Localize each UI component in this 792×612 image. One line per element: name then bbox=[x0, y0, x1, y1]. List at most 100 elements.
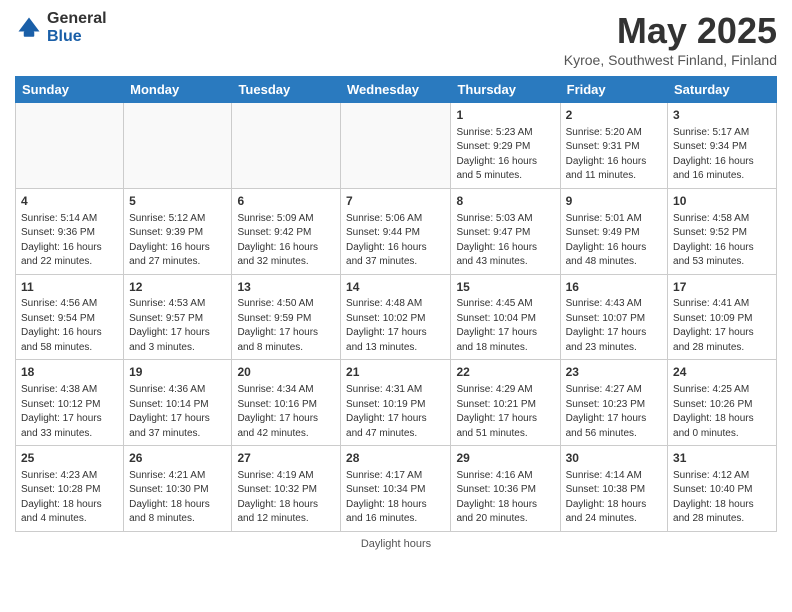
calendar-cell: 28Sunrise: 4:17 AM Sunset: 10:34 PM Dayl… bbox=[341, 446, 451, 532]
day-info: Sunrise: 4:48 AM Sunset: 10:02 PM Daylig… bbox=[346, 297, 445, 355]
calendar-cell: 9Sunrise: 5:01 AM Sunset: 9:49 PM Daylig… bbox=[560, 188, 667, 274]
col-thursday: Thursday bbox=[451, 77, 560, 103]
day-info: Sunrise: 4:23 AM Sunset: 10:28 PM Daylig… bbox=[21, 469, 118, 527]
calendar-cell bbox=[232, 103, 341, 189]
calendar-cell: 21 Sunrise: 4:31 AM Sunset: 10:19 PM Dayl… bbox=[341, 360, 451, 446]
day-info: Sunrise: 5:12 AM Sunset: 9:39 PM Dayligh… bbox=[129, 212, 226, 270]
calendar-header: Sunday Monday Tuesday Wednesday Thursday… bbox=[16, 77, 777, 103]
day-info: Sunrise: 4:43 AM Sunset: 10:07 PM Daylig… bbox=[566, 297, 662, 355]
day-number: 24 bbox=[673, 364, 771, 381]
day-number: 20 bbox=[237, 364, 335, 381]
month-title: May 2025 bbox=[564, 10, 777, 52]
col-friday: Friday bbox=[560, 77, 667, 103]
calendar-cell: 3Sunrise: 5:17 AM Sunset: 9:34 PM Daylig… bbox=[668, 103, 777, 189]
calendar-cell: 17Sunrise: 4:41 AM Sunset: 10:09 PM Dayl… bbox=[668, 274, 777, 360]
day-info: Sunrise: 5:06 AM Sunset: 9:44 PM Dayligh… bbox=[346, 212, 445, 270]
calendar-cell: 5 Sunrise: 5:12 AM Sunset: 9:39 PM Daylig… bbox=[124, 188, 232, 274]
day-number: 16 bbox=[566, 279, 662, 296]
col-saturday: Saturday bbox=[668, 77, 777, 103]
day-info: Sunrise: 4:36 AM Sunset: 10:14 PM Daylig… bbox=[129, 383, 226, 441]
day-number: 12 bbox=[129, 279, 226, 296]
day-info: Sunrise: 4:41 AM Sunset: 10:09 PM Daylig… bbox=[673, 297, 771, 355]
calendar-body: 1 Sunrise: 5:23 AM Sunset: 9:29 PM Daylig… bbox=[16, 103, 777, 532]
day-number: 21 bbox=[346, 364, 445, 381]
header-row: Sunday Monday Tuesday Wednesday Thursday… bbox=[16, 77, 777, 103]
calendar-cell: 1 Sunrise: 5:23 AM Sunset: 9:29 PM Daylig… bbox=[451, 103, 560, 189]
day-number: 23 bbox=[566, 364, 662, 381]
day-number: 28 bbox=[346, 450, 445, 467]
day-number: 3 bbox=[673, 107, 771, 124]
day-info: Sunrise: 4:14 AM Sunset: 10:38 PM Daylig… bbox=[566, 469, 662, 527]
day-info: Sunrise: 4:31 AM Sunset: 10:19 PM Daylig… bbox=[346, 383, 445, 441]
day-info: Sunrise: 5:23 AM Sunset: 9:29 PM Dayligh… bbox=[456, 126, 554, 184]
logo-general-text: General bbox=[47, 10, 107, 28]
calendar-cell: 27 Sunrise: 4:19 AM Sunset: 10:32 PM Dayl… bbox=[232, 446, 341, 532]
day-number: 1 bbox=[456, 107, 554, 124]
day-info: Sunrise: 4:27 AM Sunset: 10:23 PM Daylig… bbox=[566, 383, 662, 441]
day-number: 22 bbox=[456, 364, 554, 381]
calendar-cell: 15Sunrise: 4:45 AM Sunset: 10:04 PM Dayl… bbox=[451, 274, 560, 360]
col-wednesday: Wednesday bbox=[341, 77, 451, 103]
calendar-cell: 23 Sunrise: 4:27 AM Sunset: 10:23 PM Dayl… bbox=[560, 360, 667, 446]
day-info: Sunrise: 5:09 AM Sunset: 9:42 PM Dayligh… bbox=[237, 212, 335, 270]
day-info: Sunrise: 4:29 AM Sunset: 10:21 PM Daylig… bbox=[456, 383, 554, 441]
calendar-cell: 12Sunrise: 4:53 AM Sunset: 9:57 PM Dayli… bbox=[124, 274, 232, 360]
day-number: 30 bbox=[566, 450, 662, 467]
day-number: 11 bbox=[21, 279, 118, 296]
day-info: Sunrise: 4:19 AM Sunset: 10:32 PM Daylig… bbox=[237, 469, 335, 527]
day-number: 27 bbox=[237, 450, 335, 467]
location-text: Kyroe, Southwest Finland, Finland bbox=[564, 52, 777, 68]
calendar-cell bbox=[16, 103, 124, 189]
calendar-cell bbox=[124, 103, 232, 189]
day-number: 17 bbox=[673, 279, 771, 296]
calendar-cell: 16Sunrise: 4:43 AM Sunset: 10:07 PM Dayl… bbox=[560, 274, 667, 360]
col-tuesday: Tuesday bbox=[232, 77, 341, 103]
day-number: 25 bbox=[21, 450, 118, 467]
calendar-cell bbox=[341, 103, 451, 189]
day-number: 8 bbox=[456, 193, 554, 210]
calendar-cell: 8Sunrise: 5:03 AM Sunset: 9:47 PM Daylig… bbox=[451, 188, 560, 274]
col-sunday: Sunday bbox=[16, 77, 124, 103]
calendar-cell: 7 Sunrise: 5:06 AM Sunset: 9:44 PM Daylig… bbox=[341, 188, 451, 274]
day-info: Sunrise: 4:53 AM Sunset: 9:57 PM Dayligh… bbox=[129, 297, 226, 355]
day-number: 9 bbox=[566, 193, 662, 210]
day-number: 13 bbox=[237, 279, 335, 296]
footer-label: Daylight hours bbox=[15, 538, 777, 550]
day-number: 4 bbox=[21, 193, 118, 210]
calendar-cell: 22 Sunrise: 4:29 AM Sunset: 10:21 PM Dayl… bbox=[451, 360, 560, 446]
day-number: 14 bbox=[346, 279, 445, 296]
title-area: May 2025 Kyroe, Southwest Finland, Finla… bbox=[564, 10, 777, 68]
day-info: Sunrise: 4:50 AM Sunset: 9:59 PM Dayligh… bbox=[237, 297, 335, 355]
calendar-cell: 2 Sunrise: 5:20 AM Sunset: 9:31 PM Daylig… bbox=[560, 103, 667, 189]
calendar-cell: 10Sunrise: 4:58 AM Sunset: 9:52 PM Dayli… bbox=[668, 188, 777, 274]
day-info: Sunrise: 4:21 AM Sunset: 10:30 PM Daylig… bbox=[129, 469, 226, 527]
calendar-cell: 31Sunrise: 4:12 AM Sunset: 10:40 PM Dayl… bbox=[668, 446, 777, 532]
calendar-week-4: 18Sunrise: 4:38 AM Sunset: 10:12 PM Dayl… bbox=[16, 360, 777, 446]
logo-icon bbox=[15, 14, 43, 42]
calendar-cell: 13Sunrise: 4:50 AM Sunset: 9:59 PM Dayli… bbox=[232, 274, 341, 360]
calendar-week-1: 1 Sunrise: 5:23 AM Sunset: 9:29 PM Daylig… bbox=[16, 103, 777, 189]
calendar-cell: 6 Sunrise: 5:09 AM Sunset: 9:42 PM Daylig… bbox=[232, 188, 341, 274]
day-number: 5 bbox=[129, 193, 226, 210]
day-info: Sunrise: 4:56 AM Sunset: 9:54 PM Dayligh… bbox=[21, 297, 118, 355]
calendar-cell: 20Sunrise: 4:34 AM Sunset: 10:16 PM Dayl… bbox=[232, 360, 341, 446]
day-number: 18 bbox=[21, 364, 118, 381]
logo: General Blue bbox=[15, 10, 107, 45]
day-number: 26 bbox=[129, 450, 226, 467]
calendar-week-5: 25 Sunrise: 4:23 AM Sunset: 10:28 PM Dayl… bbox=[16, 446, 777, 532]
calendar-cell: 24 Sunrise: 4:25 AM Sunset: 10:26 PM Dayl… bbox=[668, 360, 777, 446]
day-info: Sunrise: 4:45 AM Sunset: 10:04 PM Daylig… bbox=[456, 297, 554, 355]
day-number: 10 bbox=[673, 193, 771, 210]
day-number: 7 bbox=[346, 193, 445, 210]
day-info: Sunrise: 4:25 AM Sunset: 10:26 PM Daylig… bbox=[673, 383, 771, 441]
logo-text: General Blue bbox=[47, 10, 107, 45]
calendar-cell: 30 Sunrise: 4:14 AM Sunset: 10:38 PM Dayl… bbox=[560, 446, 667, 532]
day-number: 29 bbox=[456, 450, 554, 467]
calendar-cell: 18Sunrise: 4:38 AM Sunset: 10:12 PM Dayl… bbox=[16, 360, 124, 446]
day-info: Sunrise: 4:16 AM Sunset: 10:36 PM Daylig… bbox=[456, 469, 554, 527]
day-number: 6 bbox=[237, 193, 335, 210]
day-info: Sunrise: 5:20 AM Sunset: 9:31 PM Dayligh… bbox=[566, 126, 662, 184]
day-number: 15 bbox=[456, 279, 554, 296]
calendar-week-2: 4Sunrise: 5:14 AM Sunset: 9:36 PM Daylig… bbox=[16, 188, 777, 274]
day-number: 2 bbox=[566, 107, 662, 124]
